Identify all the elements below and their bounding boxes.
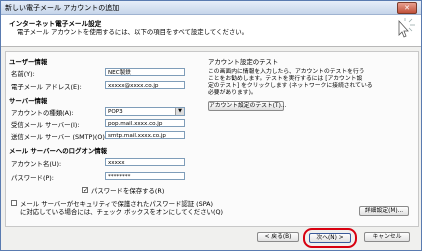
name-label: 名前(Y): [11, 70, 35, 78]
account-name-label: アカウント名(U): [11, 160, 62, 168]
account-type-value: POP3 [108, 109, 123, 115]
account-type-select[interactable]: POP3 ▼ [105, 107, 185, 116]
email-field[interactable]: xxxxx@xxxx.co.jp [105, 81, 185, 89]
save-password-checkbox[interactable]: ✓ [82, 187, 88, 194]
spa-label-line2: に対応している場合には、チェック ボックスをオンにしてください(Q) [20, 208, 223, 216]
dialog-window: 新しい電子メール アカウントの追加 ✕ インターネット電子メール設定 電子メール… [0, 0, 422, 251]
password-field[interactable]: ******** [105, 172, 185, 180]
test-account-button[interactable]: アカウント設定のテスト(T)... [208, 101, 286, 111]
test-desc-line-3: 定のテスト] をクリックします (ネットワークに接続されている [208, 83, 373, 89]
incoming-server-field[interactable]: pop.mail.xxxx.co.jp [105, 119, 185, 127]
outgoing-server-label: 送信メール サーバー (SMTP)(O): [11, 133, 107, 141]
email-label: 電子メール アドレス(E): [11, 83, 82, 91]
account-type-label: アカウントの種類(A): [11, 109, 74, 117]
window-title: 新しい電子メール アカウントの追加 [5, 4, 120, 12]
password-label: パスワード(P): [11, 174, 54, 182]
test-desc-line-2: ことをお勧めします。テストを実行するには [アカウント設 [208, 76, 363, 82]
outgoing-server-field[interactable]: smtp.mail.xxxx.co.jp [105, 131, 185, 139]
spa-checkbox[interactable] [11, 200, 17, 206]
next-button-highlight [303, 228, 357, 248]
test-heading: アカウント設定のテスト [208, 58, 279, 66]
advanced-settings-button[interactable]: 詳細設定(M)... [359, 206, 409, 216]
test-desc-line-4: 必要があります)。 [208, 90, 257, 96]
logon-info-heading: メール サーバーへのログオン情報 [9, 147, 108, 155]
save-password-label: パスワードを保存する(R) [91, 187, 165, 195]
incoming-server-label: 受信メール サーバー(I): [11, 121, 80, 129]
server-info-heading: サーバー情報 [9, 97, 48, 105]
account-name-field[interactable]: xxxxx [105, 158, 185, 166]
cancel-button[interactable]: キャンセル [364, 232, 410, 242]
test-description: この画面内に情報を入力したら、アカウントのテストを行う ことをお勧めします。テス… [208, 69, 373, 97]
user-info-heading: ユーザー情報 [9, 58, 48, 66]
test-desc-line-1: この画面内に情報を入力したら、アカウントのテストを行う [208, 69, 365, 75]
name-field[interactable]: NEC製鉄 [105, 68, 185, 76]
title-bar: 新しい電子メール アカウントの追加 ✕ [1, 1, 421, 15]
close-button[interactable]: ✕ [397, 2, 417, 14]
header-subtitle: 電子メール アカウントを使用するには、以下の項目をすべて設定してください。 [17, 28, 249, 36]
back-button[interactable]: < 戻る(B) [257, 232, 299, 242]
cursor-sparkle-icon [398, 18, 415, 38]
header-area: インターネット電子メール設定 電子メール アカウントを使用するには、以下の項目を… [1, 15, 421, 47]
chevron-down-icon[interactable]: ▼ [175, 108, 184, 115]
